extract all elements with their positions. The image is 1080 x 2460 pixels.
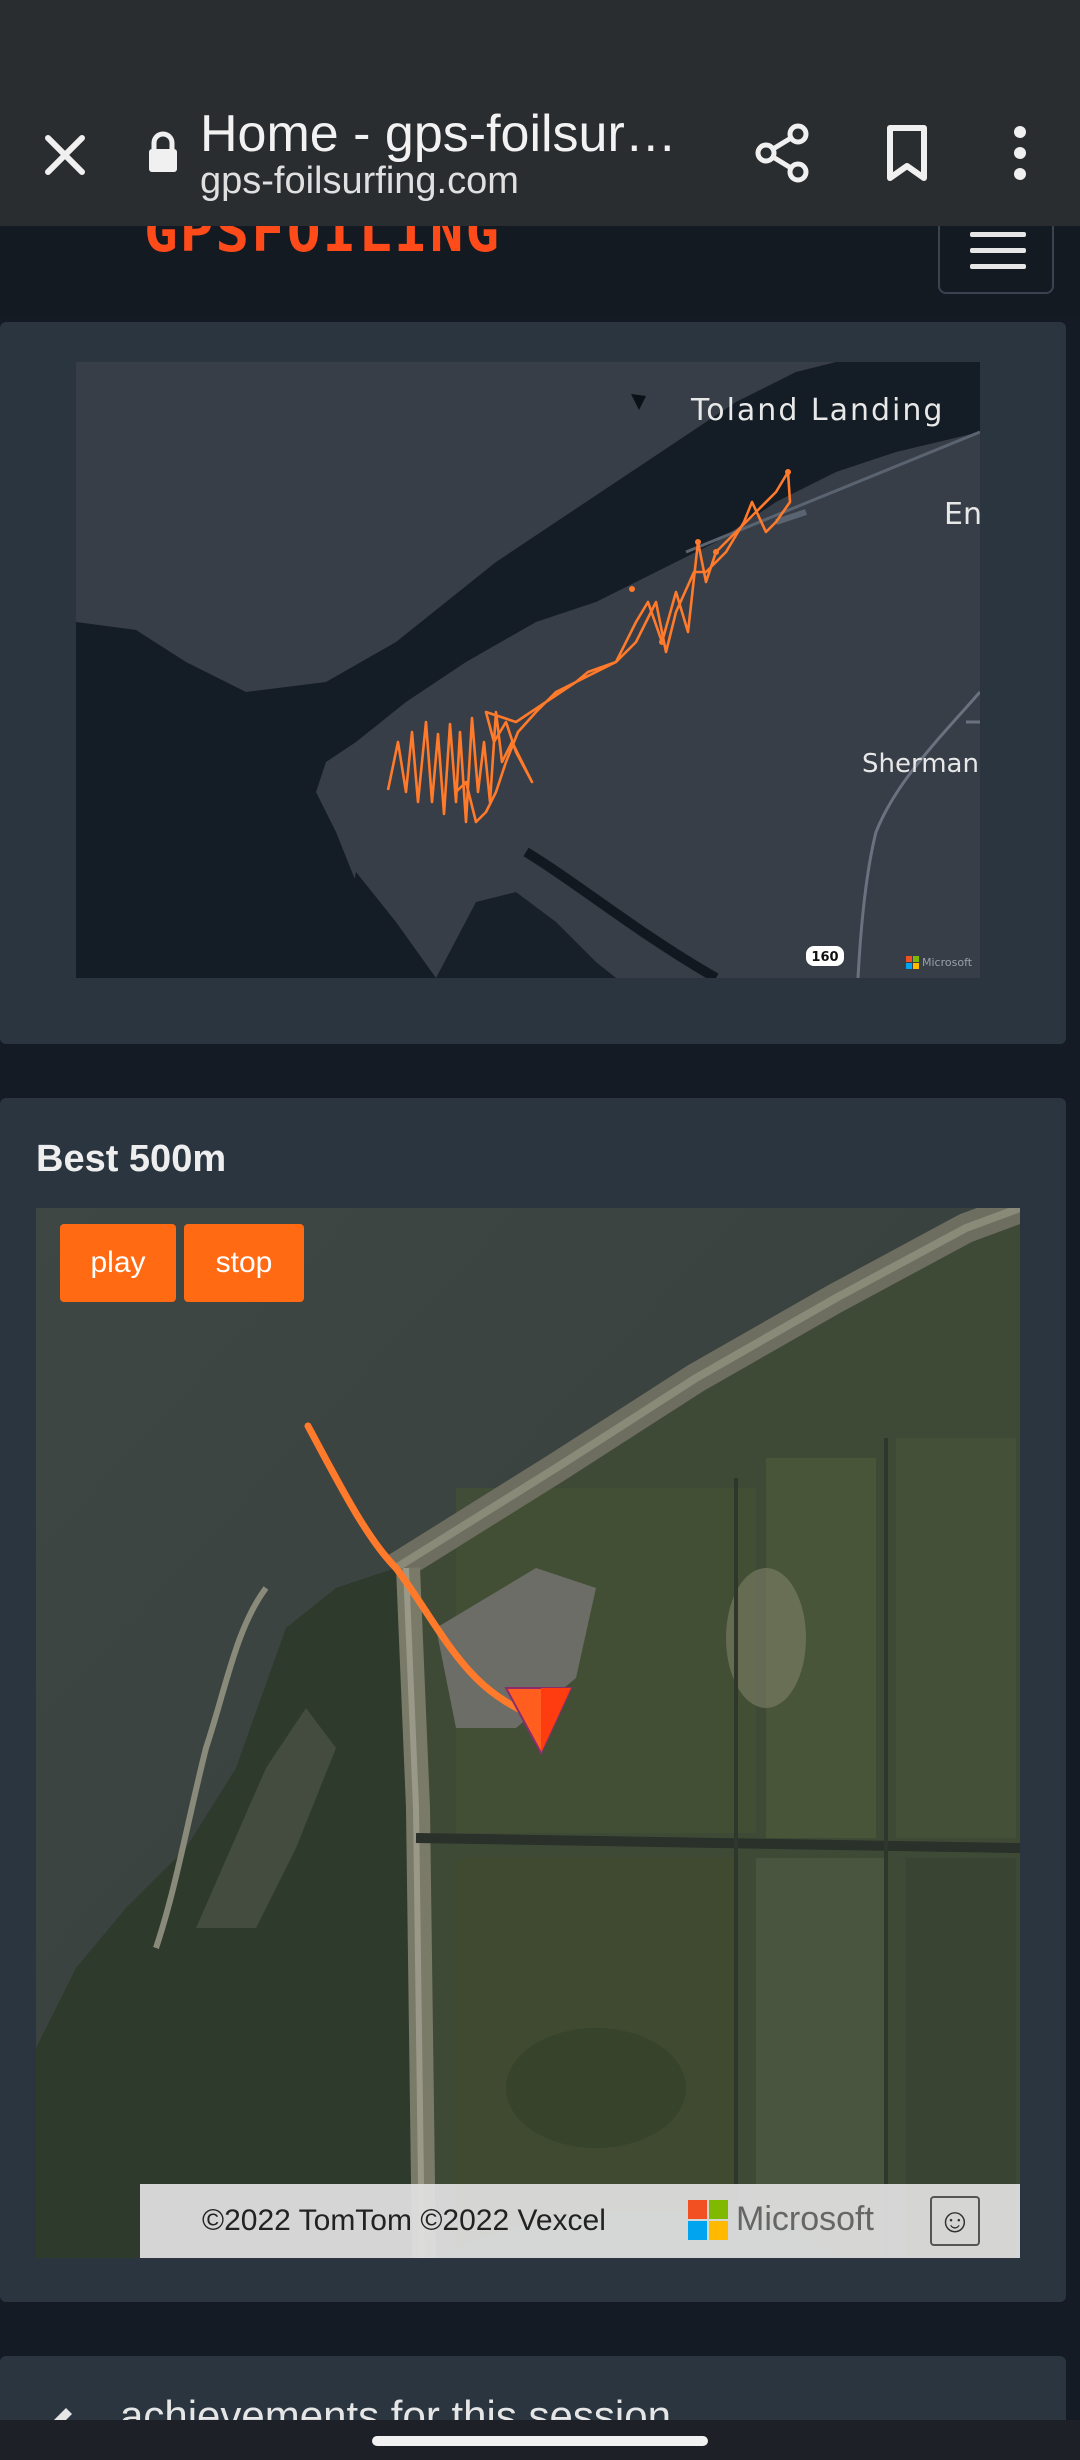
route-shield: 160	[811, 950, 838, 965]
lock-icon	[149, 131, 177, 172]
site-header: GPSFOILING	[0, 226, 1080, 318]
feedback-smiley-icon[interactable]: ☺	[930, 2196, 980, 2246]
site-logo[interactable]: GPSFOILING	[144, 226, 501, 265]
play-button[interactable]: play	[60, 1224, 176, 1302]
best-500m-map[interactable]: play stop ©2022 TomTom ©2022 Vexcel Micr…	[36, 1208, 1020, 2258]
stop-button[interactable]: stop	[184, 1224, 304, 1302]
page-url: gps-foilsurfing.com	[200, 160, 519, 202]
map-label-en: En	[944, 497, 980, 532]
overview-map-canvas: Toland Landing En Sherman 160 Microsoft	[76, 362, 980, 978]
map-brand: Microsoft	[922, 956, 973, 969]
page-title: Home - gps-foilsur…	[200, 105, 677, 163]
microsoft-logo-icon	[688, 2200, 728, 2240]
attribution-text: ©2022 TomTom ©2022 Vexcel	[202, 2204, 606, 2237]
close-icon[interactable]	[30, 120, 100, 190]
satellite-map-canvas	[36, 1208, 1020, 2258]
session-overview-card: Toland Landing En Sherman 160 Microsoft	[0, 322, 1066, 1044]
more-options-icon[interactable]	[990, 118, 1050, 188]
map-attribution: ©2022 TomTom ©2022 Vexcel Microsoft ☺	[140, 2184, 1020, 2258]
menu-button[interactable]	[938, 226, 1054, 294]
overview-map[interactable]: Toland Landing En Sherman 160 Microsoft	[76, 362, 980, 978]
home-gesture-pill[interactable]	[372, 2436, 708, 2446]
best-500m-card: Best 500m play stop ©2022 TomTom ©2022 V…	[0, 1098, 1066, 2302]
microsoft-brand: Microsoft	[736, 2200, 874, 2238]
status-bar	[0, 0, 1080, 90]
map-label-toland: Toland Landing	[690, 393, 944, 428]
browser-toolbar: Home - gps-foilsur… gps-foilsurfing.com	[0, 90, 1080, 226]
bookmark-icon[interactable]	[872, 118, 942, 188]
system-nav-bar	[0, 2420, 1080, 2460]
share-icon[interactable]	[748, 118, 818, 188]
section-title: Best 500m	[36, 1138, 227, 1180]
map-label-sherman: Sherman	[862, 749, 979, 779]
